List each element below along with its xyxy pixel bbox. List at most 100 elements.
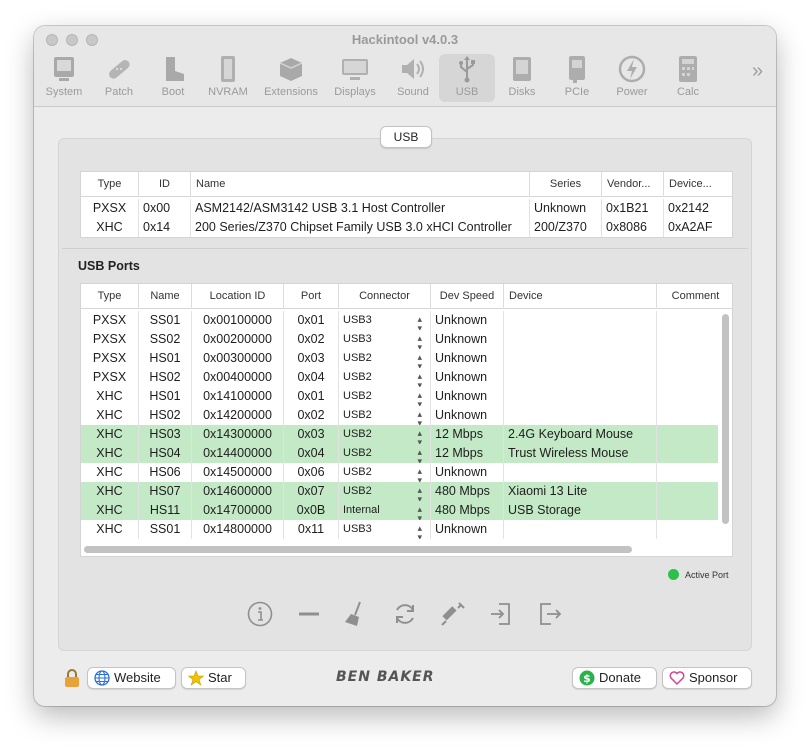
info-icon[interactable] [246, 600, 274, 628]
lock-icon[interactable] [63, 668, 81, 688]
column-header[interactable]: Comment [656, 284, 732, 309]
sponsor-button[interactable]: Sponsor [662, 667, 752, 689]
usb-port-row[interactable]: XHC SS01 0x14800000 0x11 USB3 ▴ ▾ Unknown [81, 520, 718, 539]
usb-port-cell: PXSX [92, 370, 127, 384]
toolbar-pcie[interactable]: PCIe [549, 54, 605, 102]
toolbar-label: Disks [508, 86, 536, 98]
usb-port-row[interactable]: PXSX HS02 0x00400000 0x04 USB2 ▴ ▾ Unknown [81, 368, 718, 387]
donate-button[interactable]: $ Donate [572, 667, 657, 689]
minus-icon[interactable] [295, 600, 323, 628]
window-title: Hackintool v4.0.3 [351, 32, 459, 47]
connector-select[interactable]: USB2 ▴ ▾ [338, 406, 430, 425]
connector-select[interactable]: USB2 ▴ ▾ [338, 463, 430, 482]
controller-row[interactable]: PXSX 0x00 ASM2142/ASM3142 USB 3.1 Host Con… [81, 199, 732, 218]
usb-port-cell: 0x11 [283, 520, 338, 539]
usb-port-row[interactable]: XHC HS02 0x14200000 0x02 USB2 ▴ ▾ Unknown [81, 406, 718, 425]
usb-port-row[interactable]: XHC HS07 0x14600000 0x07 USB2 ▴ ▾ 480 Mbps Xiao… [81, 482, 718, 501]
column-header[interactable]: Port [283, 284, 338, 309]
tab-usb[interactable]: USB [380, 126, 432, 148]
column-header[interactable]: Type [81, 172, 138, 197]
connector-select[interactable]: USB2 ▴ ▾ [338, 387, 430, 406]
usb-port-row[interactable]: PXSX SS02 0x00200000 0x02 USB3 ▴ ▾ Unknown [81, 330, 718, 349]
connector-select[interactable]: USB3 ▴ ▾ [338, 311, 430, 330]
column-header[interactable]: Vendor... [601, 172, 663, 197]
controllers-header: Type ID Name Series Vendor... Device... [81, 172, 732, 197]
column-header[interactable]: Series [529, 172, 601, 197]
usb-port-cell: 0x14800000 [191, 520, 283, 539]
column-header[interactable]: Dev Speed [430, 284, 503, 309]
horizontal-scrollbar[interactable] [84, 546, 632, 553]
connector-value: USB2 [343, 466, 372, 478]
broom-icon[interactable] [341, 600, 369, 628]
website-button[interactable]: Website [87, 667, 176, 689]
controller-cell: 0xA2AF [663, 218, 734, 237]
usb-port-cell: 0x14500000 [191, 463, 283, 482]
usb-port-row[interactable]: XHC HS11 0x14700000 0x0B Internal ▴ ▾ 480 Mbps… [81, 501, 718, 520]
toolbar-sound[interactable]: Sound [385, 54, 441, 102]
export-icon[interactable] [535, 600, 563, 628]
comment-cell[interactable] [656, 520, 732, 539]
connector-select[interactable]: USB2 ▴ ▾ [338, 425, 430, 444]
column-header[interactable]: Name [190, 172, 529, 197]
toolbar-boot[interactable]: Boot [145, 54, 201, 102]
connector-select[interactable]: USB2 ▴ ▾ [338, 482, 430, 501]
connector-select[interactable]: USB3 ▴ ▾ [338, 330, 430, 349]
usb-ports-table: Type Name Location ID Port Connector Dev… [80, 283, 733, 557]
usb-port-row[interactable]: XHC HS01 0x14100000 0x01 USB2 ▴ ▾ Unknown [81, 387, 718, 406]
controller-cell: 0x2142 [663, 199, 734, 218]
toolbar-calc[interactable]: Calc [660, 54, 716, 102]
column-header[interactable]: Device [503, 284, 656, 309]
select-arrows-icon: ▴ ▾ [417, 333, 422, 350]
select-arrows-icon: ▴ ▾ [417, 523, 422, 540]
toolbar-extensions[interactable]: Extensions [263, 54, 319, 102]
column-header[interactable]: Name [138, 284, 191, 309]
connector-select[interactable]: Internal ▴ ▾ [338, 501, 430, 520]
select-arrows-icon: ▴ ▾ [417, 428, 422, 445]
usb-port-cell: HS02 [138, 406, 191, 425]
globe-icon [94, 670, 110, 686]
usb-port-row[interactable]: XHC HS06 0x14500000 0x06 USB2 ▴ ▾ Unknown [81, 463, 718, 482]
controller-row[interactable]: XHC 0x14 200 Series/Z370 Chipset Family US… [81, 218, 732, 237]
connector-select[interactable]: USB2 ▴ ▾ [338, 368, 430, 387]
controller-cell: Unknown [529, 199, 601, 218]
usb-port-row[interactable]: PXSX HS01 0x00300000 0x03 USB2 ▴ ▾ Unknown [81, 349, 718, 368]
usb-port-cell: Xiaomi 13 Lite [503, 482, 656, 501]
usb-icon [459, 56, 475, 83]
refresh-icon[interactable] [391, 600, 419, 628]
display-icon [342, 59, 368, 80]
usb-port-cell: 0x03 [283, 349, 338, 368]
column-header[interactable]: Location ID [191, 284, 283, 309]
toolbar-label: USB [455, 86, 479, 98]
calculator-icon [679, 56, 697, 82]
toolbar-label: PCIe [564, 86, 590, 98]
toolbar-label: Power [616, 86, 648, 98]
usb-port-row[interactable]: PXSX SS01 0x00100000 0x01 USB3 ▴ ▾ Unknown [81, 311, 718, 330]
star-button[interactable]: Star [181, 667, 246, 689]
toolbar-disks[interactable]: Disks [494, 54, 550, 102]
usb-port-row[interactable]: XHC HS04 0x14400000 0x04 USB2 ▴ ▾ 12 Mbps Trust… [81, 444, 718, 463]
toolbar-patch[interactable]: Patch [91, 54, 147, 102]
toolbar-nvram[interactable]: NVRAM [200, 54, 256, 102]
column-header[interactable]: Device... [663, 172, 734, 197]
toolbar-label: Patch [104, 86, 134, 98]
column-header[interactable]: ID [138, 172, 190, 197]
usb-port-cell: HS06 [138, 463, 191, 482]
toolbar-label: Boot [161, 86, 185, 98]
connector-select[interactable]: USB3 ▴ ▾ [338, 520, 430, 539]
ben-baker-logo: BEN BAKER [336, 669, 435, 685]
usb-port-cell: Unknown [430, 463, 503, 482]
toolbar-usb[interactable]: USB [439, 54, 495, 102]
import-icon[interactable] [487, 600, 515, 628]
vertical-scrollbar[interactable] [722, 314, 729, 524]
speaker-icon [402, 59, 424, 79]
usb-port-row[interactable]: XHC HS03 0x14300000 0x03 USB2 ▴ ▾ 12 Mbps 2.4G … [81, 425, 718, 444]
connector-select[interactable]: USB2 ▴ ▾ [338, 444, 430, 463]
column-header[interactable]: Type [81, 284, 138, 309]
column-header[interactable]: Connector [338, 284, 430, 309]
toolbar-power[interactable]: Power [604, 54, 660, 102]
toolbar-displays[interactable]: Displays [327, 54, 383, 102]
syringe-icon[interactable] [439, 600, 467, 628]
toolbar-system[interactable]: System [36, 54, 92, 102]
connector-select[interactable]: USB2 ▴ ▾ [338, 349, 430, 368]
toolbar-overflow-icon[interactable]: » [752, 60, 763, 83]
